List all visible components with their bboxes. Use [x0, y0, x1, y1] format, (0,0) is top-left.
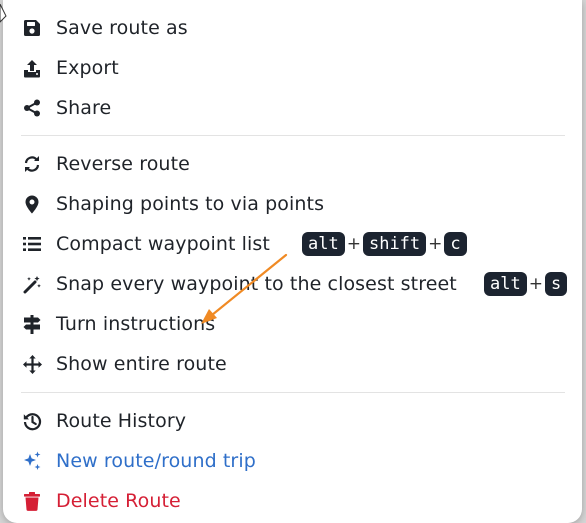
menu-item-label: Compact waypoint list: [56, 233, 270, 255]
menu-item-label: Shaping points to via points: [56, 193, 325, 215]
magic-wand-icon: [21, 273, 43, 295]
menu-item-new-route[interactable]: New route/round trip: [21, 445, 256, 477]
menu-item-label: Show entire route: [56, 353, 227, 375]
menu-item-snap-waypoints[interactable]: Snap every waypoint to the closest stree…: [21, 268, 457, 300]
share-icon: [21, 97, 43, 119]
sparkles-icon: [21, 450, 43, 472]
menu-item-label: Reverse route: [56, 153, 190, 175]
menu-item-label: Save route as: [56, 17, 188, 39]
menu-item-save-route-as[interactable]: Save route as: [21, 12, 188, 44]
menu-item-label: Export: [56, 57, 119, 79]
menu-item-route-history[interactable]: Route History: [21, 405, 186, 437]
key-plus: +: [346, 234, 361, 254]
menu-item-label: Route History: [56, 410, 187, 432]
upload-icon: [21, 57, 43, 79]
menu-item-delete-route[interactable]: Delete Route: [21, 485, 181, 517]
menu-divider: [21, 135, 565, 136]
menu-item-label: New route/round trip: [56, 450, 256, 472]
key-plus: +: [428, 234, 443, 254]
menu-item-label: Share: [56, 97, 112, 119]
menu-item-reverse-route[interactable]: Reverse route: [21, 148, 190, 180]
menu-item-turn-instructions[interactable]: Turn instructions: [21, 308, 215, 340]
key-shift: shift: [362, 232, 427, 256]
compact-shortcut: alt + shift + c: [302, 231, 467, 257]
menu-item-label: Delete Route: [56, 490, 181, 512]
menu-item-label: Snap every waypoint to the closest stree…: [56, 273, 457, 295]
menu-divider: [21, 392, 565, 393]
history-icon: [21, 410, 43, 432]
menu-item-shaping-points[interactable]: Shaping points to via points: [21, 188, 324, 220]
menu-item-share[interactable]: Share: [21, 92, 111, 124]
trash-icon: [21, 490, 43, 512]
route-actions-menu: Save route as Export Share Reverse route…: [3, 0, 582, 523]
signpost-icon: [21, 313, 43, 335]
list-icon: [21, 233, 43, 255]
key-s: s: [544, 272, 568, 296]
mouse-cursor-icon: [0, 4, 7, 23]
menu-item-show-entire-route[interactable]: Show entire route: [21, 348, 227, 380]
location-pin-icon: [21, 193, 43, 215]
menu-item-export[interactable]: Export: [21, 52, 119, 84]
menu-item-label: Turn instructions: [56, 313, 216, 335]
refresh-icon: [21, 153, 43, 175]
key-alt: alt: [484, 272, 527, 296]
move-arrows-icon: [21, 353, 43, 375]
menu-item-compact-waypoint-list[interactable]: Compact waypoint list: [21, 228, 270, 260]
key-c: c: [444, 232, 467, 256]
floppy-disk-icon: [21, 17, 43, 39]
key-plus: +: [528, 274, 543, 294]
snap-shortcut: alt + s: [484, 271, 568, 297]
key-alt: alt: [302, 232, 345, 256]
